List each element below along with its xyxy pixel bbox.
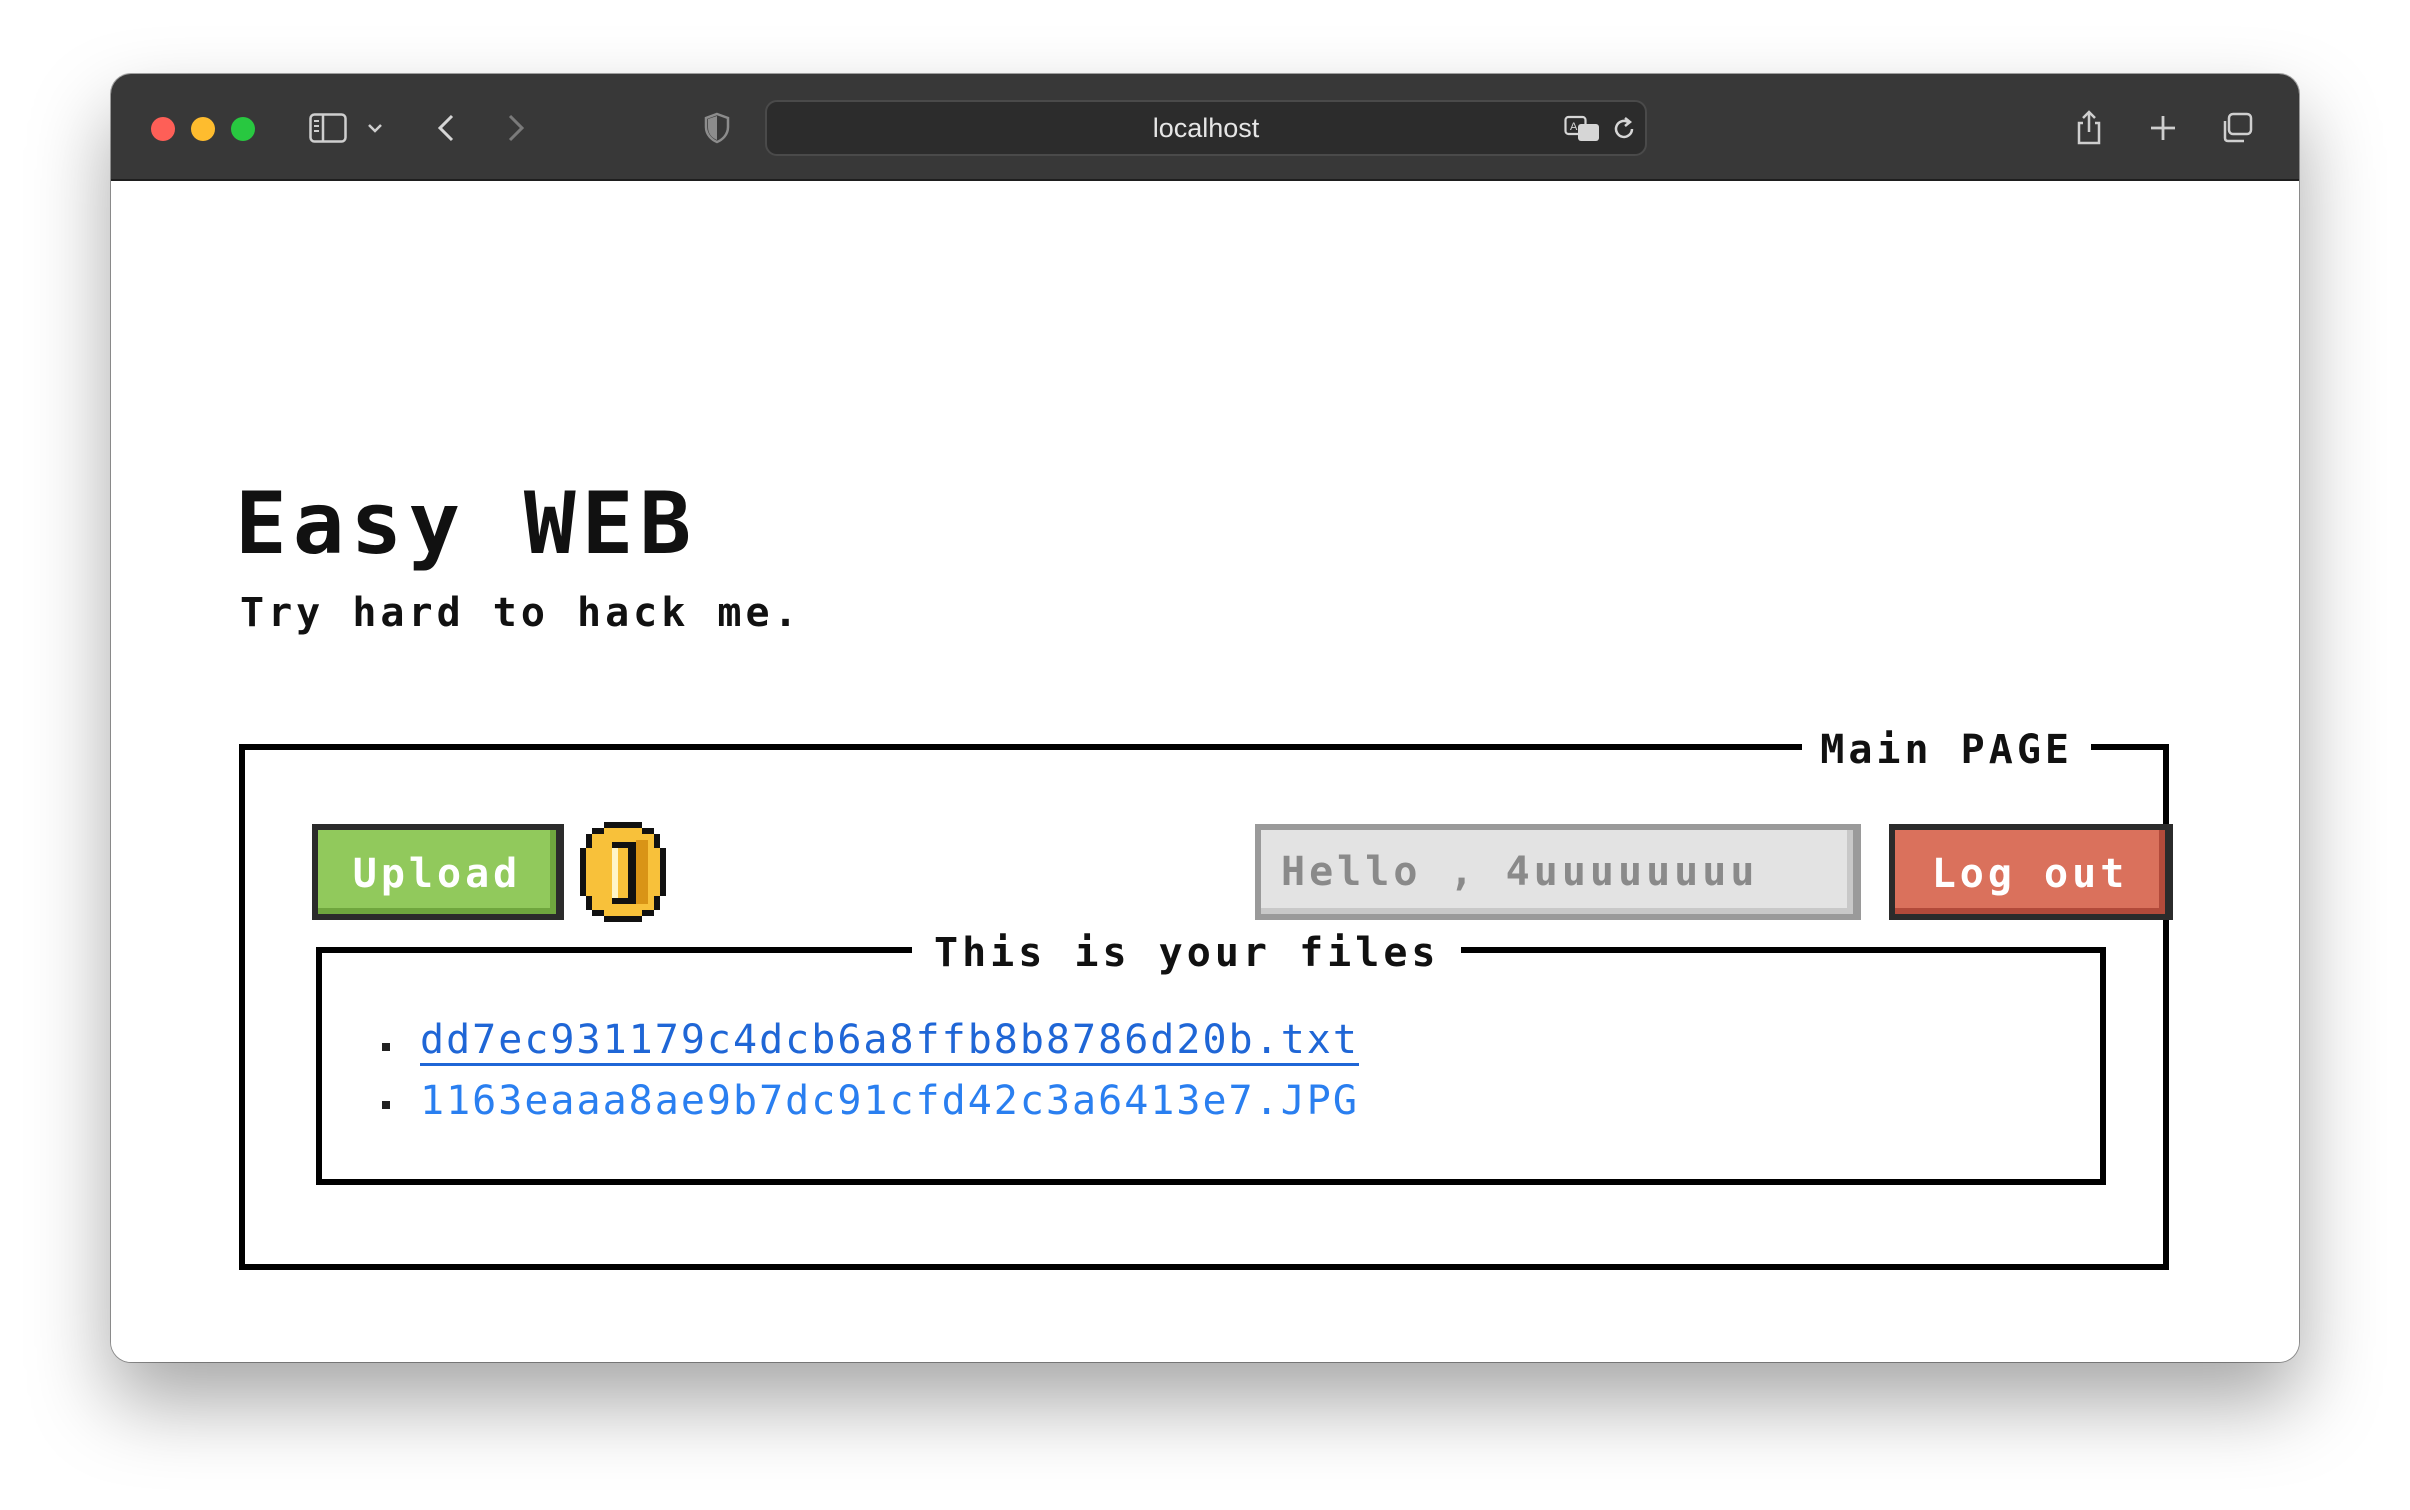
translate-icon[interactable]: A (1563, 106, 1603, 152)
bullet-icon (382, 1101, 390, 1109)
share-icon[interactable] (2073, 105, 2105, 151)
files-legend: This is your files (912, 933, 1462, 973)
file-link[interactable]: dd7ec931179c4dcb6a8ffb8b8786d20b.txt (420, 1017, 1359, 1066)
sidebar-toggle-icon[interactable] (307, 105, 349, 151)
main-page-panel: Main PAGE Upload Hello , 4uuuuuuuu Log o… (239, 730, 2173, 1270)
close-window-button[interactable] (151, 117, 175, 141)
main-page-legend: Main PAGE (1802, 730, 2091, 770)
address-bar[interactable]: localhost A (765, 100, 1647, 156)
zoom-window-button[interactable] (231, 117, 255, 141)
greeting-field: Hello , 4uuuuuuuu (1255, 824, 1861, 920)
browser-window: localhost A Easy WEB Try hard to hack me… (111, 74, 2299, 1362)
plus-icon[interactable] (2147, 105, 2179, 151)
back-arrow-icon[interactable] (433, 105, 459, 151)
bullet-icon (382, 1043, 390, 1051)
upload-button[interactable]: Upload (312, 824, 564, 920)
reload-icon[interactable] (1609, 106, 1639, 152)
page-title: Easy WEB (235, 474, 698, 574)
url-text: localhost (1152, 113, 1260, 143)
svg-text:A: A (1570, 121, 1578, 133)
page-subtitle: Try hard to hack me. (240, 590, 802, 636)
files-panel: This is your files dd7ec931179c4dcb6a8ff… (316, 933, 2106, 1185)
tabs-overview-icon[interactable] (2219, 105, 2255, 151)
minimize-window-button[interactable] (191, 117, 215, 141)
coin-icon (580, 822, 666, 922)
web-page: Easy WEB Try hard to hack me. Main PAGE … (111, 181, 2299, 1362)
desktop-background: localhost A Easy WEB Try hard to hack me… (0, 0, 2410, 1510)
browser-toolbar: localhost A (111, 74, 2299, 181)
privacy-shield-icon[interactable] (701, 105, 733, 151)
file-link[interactable]: 1163eaaa8ae9b7dc91cfd42c3a6413e7.JPG (420, 1075, 1359, 1127)
logout-button[interactable]: Log out (1889, 824, 2173, 920)
chevron-down-icon[interactable] (365, 105, 385, 151)
forward-arrow-icon[interactable] (503, 105, 529, 151)
